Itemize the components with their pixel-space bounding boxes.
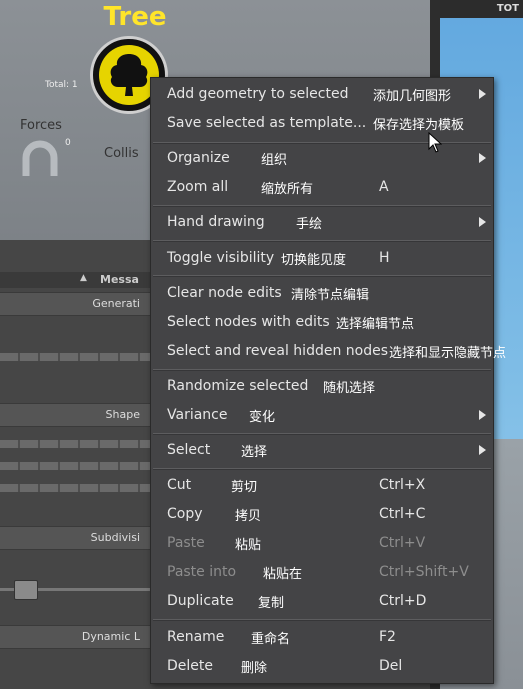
param-label: Subdivisi bbox=[90, 531, 140, 544]
menu-item-label: Rename bbox=[167, 629, 225, 645]
menu-item-chinese-label: 删除 bbox=[241, 661, 268, 676]
menu-item-chinese-label: 剪切 bbox=[231, 480, 258, 495]
menu-item-chinese-label: 变化 bbox=[249, 410, 276, 425]
menu-item-delete[interactable]: Delete 删除 Del bbox=[151, 652, 493, 681]
menu-separator bbox=[153, 275, 491, 277]
menu-item-shortcut: Ctrl+V bbox=[379, 535, 426, 551]
chevron-right-icon bbox=[479, 153, 486, 163]
menu-item-label: Add geometry to selected bbox=[167, 86, 349, 102]
chevron-right-icon bbox=[479, 217, 486, 227]
menu-item-chinese-label: 选择编辑节点 bbox=[336, 317, 415, 332]
param-label: Dynamic L bbox=[81, 630, 140, 643]
menu-item-label: Variance bbox=[167, 407, 228, 423]
menu-item-paste[interactable]: Paste 粘贴 Ctrl+V bbox=[151, 529, 493, 558]
menu-separator bbox=[153, 468, 491, 470]
menu-item-shortcut: Del bbox=[379, 658, 403, 674]
menu-item-chinese-label: 复制 bbox=[258, 596, 285, 611]
menu-item-toggle-visibility[interactable]: Toggle visibility 切换能见度 H bbox=[151, 244, 493, 273]
menu-item-copy[interactable]: Copy 拷贝 Ctrl+C bbox=[151, 500, 493, 529]
menu-item-select-reveal-hidden[interactable]: Select and reveal hidden nodes 选择和显示隐藏节点 bbox=[151, 337, 506, 366]
menu-item-chinese-label: 清除节点编辑 bbox=[291, 288, 370, 303]
chevron-right-icon bbox=[479, 410, 486, 420]
menu-item-label: Zoom all bbox=[167, 179, 229, 195]
param-label: Shape bbox=[105, 408, 140, 421]
menu-item-label: Save selected as template... bbox=[167, 115, 367, 131]
menu-item-chinese-label: 拷贝 bbox=[235, 509, 262, 524]
menu-separator bbox=[153, 369, 491, 371]
menu-item-chinese-label: 缩放所有 bbox=[261, 182, 314, 197]
menu-item-chinese-label: 粘贴在 bbox=[263, 567, 303, 582]
menu-item-rename[interactable]: Rename 重命名 F2 bbox=[151, 623, 493, 652]
messages-header-label: Messa bbox=[100, 273, 139, 286]
collapse-arrow-icon[interactable]: ▲ bbox=[80, 273, 87, 283]
menu-item-shortcut: Ctrl+Shift+V bbox=[379, 564, 469, 580]
forces-label: Forces bbox=[20, 118, 62, 133]
total-button[interactable]: TOT bbox=[440, 0, 523, 18]
menu-item-shortcut: H bbox=[379, 250, 390, 266]
collision-label: Collis bbox=[104, 146, 139, 161]
menu-item-shortcut: F2 bbox=[379, 629, 396, 645]
chevron-right-icon bbox=[479, 89, 486, 99]
menu-item-zoom-all[interactable]: Zoom all 缩放所有 A bbox=[151, 173, 493, 202]
menu-item-clear-node-edits[interactable]: Clear node edits 清除节点编辑 bbox=[151, 279, 493, 308]
menu-item-add-geometry[interactable]: Add geometry to selected 添加几何图形 bbox=[151, 80, 493, 109]
menu-item-duplicate[interactable]: Duplicate 复制 Ctrl+D bbox=[151, 587, 493, 616]
menu-item-chinese-label: 保存选择为模板 bbox=[373, 118, 465, 133]
menu-item-chinese-label: 选择和显示隐藏节点 bbox=[389, 346, 507, 361]
menu-item-select[interactable]: Select 选择 bbox=[151, 436, 493, 465]
menu-separator bbox=[153, 619, 491, 621]
mouse-pointer-icon bbox=[428, 131, 443, 158]
menu-item-shortcut: Ctrl+C bbox=[379, 506, 426, 522]
menu-separator bbox=[153, 240, 491, 242]
menu-item-label: Delete bbox=[167, 658, 213, 674]
menu-item-label: Paste into bbox=[167, 564, 237, 580]
menu-separator bbox=[153, 205, 491, 207]
menu-item-label: Duplicate bbox=[167, 593, 234, 609]
tree-node-title: Tree bbox=[103, 2, 167, 32]
menu-item-label: Randomize selected bbox=[167, 378, 309, 394]
slider-handle[interactable] bbox=[14, 580, 38, 600]
context-menu: Add geometry to selected 添加几何图形 Save sel… bbox=[150, 77, 506, 684]
menu-separator bbox=[153, 433, 491, 435]
menu-item-label: Select nodes with edits bbox=[167, 314, 330, 330]
menu-item-label: Hand drawing bbox=[167, 214, 265, 230]
menu-item-chinese-label: 切换能见度 bbox=[281, 253, 347, 268]
menu-item-shortcut: Ctrl+D bbox=[379, 593, 427, 609]
chevron-right-icon bbox=[479, 445, 486, 455]
menu-item-label: Clear node edits bbox=[167, 285, 282, 301]
menu-item-label: Cut bbox=[167, 477, 192, 493]
menu-item-chinese-label: 重命名 bbox=[251, 632, 291, 647]
magnet-icon[interactable] bbox=[18, 136, 62, 184]
param-label: Generati bbox=[92, 297, 140, 310]
menu-item-chinese-label: 选择 bbox=[241, 445, 268, 460]
menu-item-paste-into[interactable]: Paste into 粘贴在 Ctrl+Shift+V bbox=[151, 558, 493, 587]
menu-item-label: Toggle visibility bbox=[167, 250, 275, 266]
menu-item-label: Select bbox=[167, 442, 211, 458]
menu-item-chinese-label: 手绘 bbox=[296, 217, 323, 232]
tree-node-total: Total: 1 bbox=[45, 80, 78, 90]
menu-item-label: Select and reveal hidden nodes bbox=[167, 343, 389, 359]
menu-item-randomize-selected[interactable]: Randomize selected 随机选择 bbox=[151, 372, 493, 401]
menu-item-chinese-label: 随机选择 bbox=[323, 381, 376, 396]
menu-item-shortcut: A bbox=[379, 179, 389, 195]
menu-item-chinese-label: 粘贴 bbox=[235, 538, 262, 553]
menu-item-chinese-label: 组织 bbox=[261, 153, 288, 168]
menu-item-chinese-label: 添加几何图形 bbox=[373, 89, 452, 104]
menu-item-variance[interactable]: Variance 变化 bbox=[151, 401, 493, 430]
menu-item-label: Copy bbox=[167, 506, 203, 522]
menu-item-label: Organize bbox=[167, 150, 230, 166]
menu-item-shortcut: Ctrl+X bbox=[379, 477, 426, 493]
menu-item-select-nodes-edits[interactable]: Select nodes with edits 选择编辑节点 bbox=[151, 308, 493, 337]
forces-count: 0 bbox=[65, 138, 71, 148]
menu-item-label: Paste bbox=[167, 535, 205, 551]
menu-item-hand-drawing[interactable]: Hand drawing 手绘 bbox=[151, 208, 493, 237]
menu-item-cut[interactable]: Cut 剪切 Ctrl+X bbox=[151, 471, 493, 500]
